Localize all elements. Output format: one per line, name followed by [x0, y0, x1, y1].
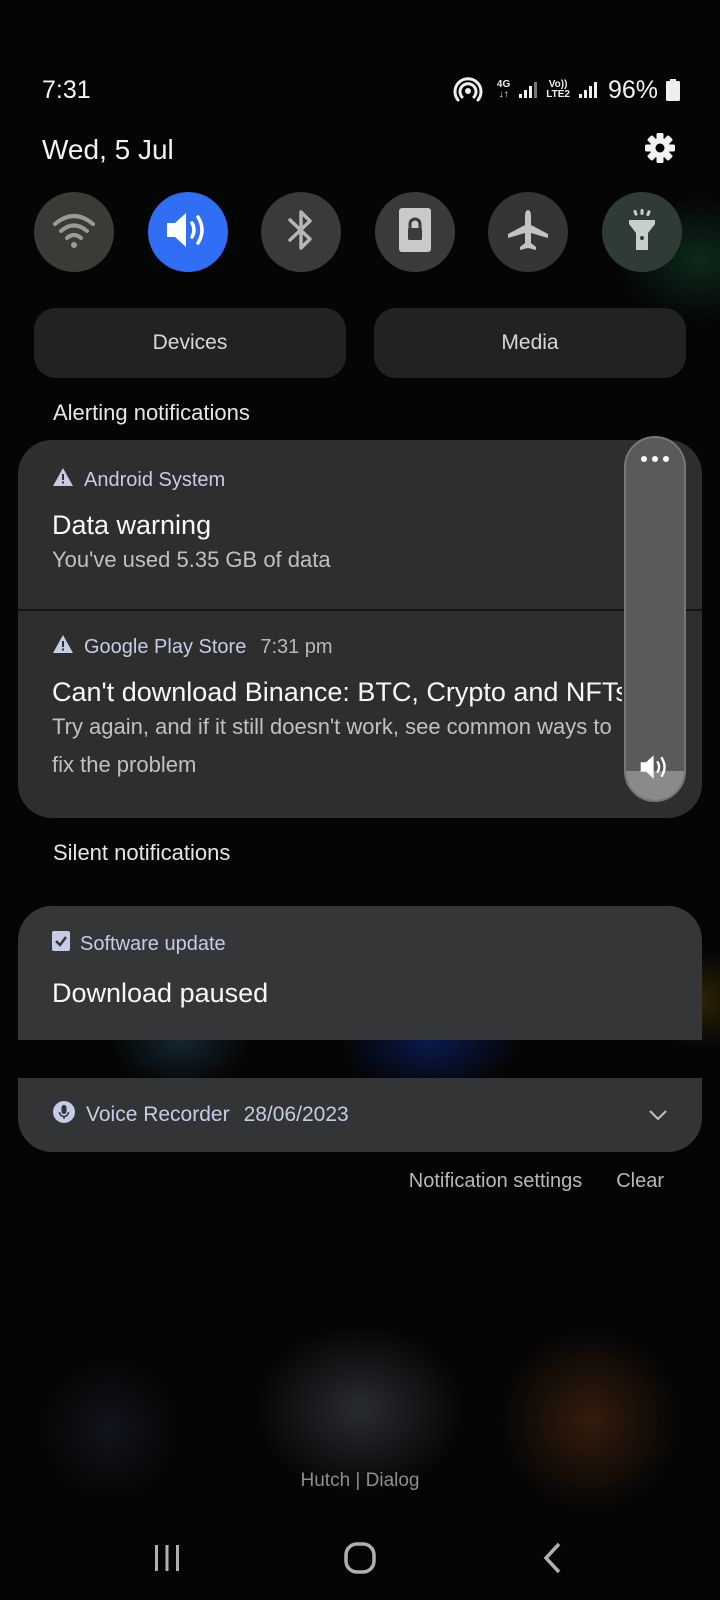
speaker-icon — [637, 752, 673, 786]
network-type-icon: 4G ↓↑ — [496, 79, 511, 100]
chevron-down-icon — [648, 1106, 668, 1125]
bluetooth-icon — [284, 207, 318, 257]
settings-button[interactable] — [640, 130, 680, 170]
notification-actions: Notification settings Clear — [409, 1170, 664, 1193]
toggle-portrait-lock[interactable] — [374, 192, 455, 272]
battery-percent: 96% — [607, 75, 658, 104]
silent-notifications-label: Silent notifications — [53, 840, 231, 865]
microphone-icon — [52, 1100, 76, 1130]
volte-icon: Vo)) LTE2 — [546, 79, 570, 100]
notification-voice-recorder[interactable]: Voice Recorder 28/06/2023 — [18, 1078, 702, 1152]
checkbox-icon — [52, 931, 70, 957]
notification-time: 28/06/2023 — [243, 1103, 349, 1126]
dot — [652, 456, 658, 462]
carrier-label: Hutch | Dialog — [300, 1470, 420, 1491]
expand-button[interactable] — [648, 1106, 668, 1125]
toggle-flashlight[interactable] — [601, 192, 682, 272]
notification-body: Try again, and if it still doesn't work,… — [52, 714, 612, 777]
signal-sim1-icon — [518, 81, 538, 99]
gear-icon — [644, 132, 676, 168]
notification-title: Can't download Binance: BTC, Crypto and … — [52, 677, 622, 707]
navigation-bar — [0, 1530, 720, 1590]
notification-app-name: Voice Recorder — [86, 1103, 230, 1126]
panel-buttons: Devices Media — [34, 308, 686, 378]
notification-body: You've used 5.35 GB of data — [52, 547, 331, 572]
warning-icon — [52, 634, 74, 660]
notification-title: Data warning — [52, 510, 212, 540]
toggle-bluetooth[interactable] — [261, 192, 342, 272]
notification-software-update[interactable]: Software update Download paused — [18, 906, 702, 1040]
notification-settings-button[interactable]: Notification settings — [409, 1170, 582, 1193]
alerting-notifications-card: Android System Data warning You've used … — [18, 440, 702, 818]
clear-button[interactable]: Clear — [616, 1170, 664, 1193]
notification-app-name: Software update — [80, 932, 226, 955]
signal-sim2-icon — [578, 81, 598, 99]
recents-button[interactable] — [127, 1535, 207, 1585]
hotspot-icon — [453, 77, 483, 103]
date-row: Wed, 5 Jul — [42, 128, 680, 172]
home-icon — [343, 1541, 377, 1579]
devices-button[interactable]: Devices — [34, 308, 346, 378]
flashlight-icon — [624, 207, 660, 257]
status-icons: 4G ↓↑ Vo)) LTE2 96% — [453, 76, 680, 105]
notification-play-store[interactable]: Google Play Store 7:31 pm Can't download… — [18, 611, 702, 784]
status-bar: 7:31 4G ↓↑ Vo)) LTE2 96% — [42, 70, 680, 110]
back-icon — [541, 1541, 565, 1579]
toggle-sound[interactable] — [147, 192, 228, 272]
date: Wed, 5 Jul — [42, 134, 174, 165]
toggle-airplane-mode[interactable] — [488, 192, 569, 272]
notification-header: Software update — [52, 926, 668, 962]
dot — [663, 456, 669, 462]
more-options-button[interactable] — [626, 456, 684, 462]
warning-icon — [52, 467, 74, 493]
notification-data-warning[interactable]: Android System Data warning You've used … — [18, 440, 702, 609]
notification-header: Google Play Store 7:31 pm — [52, 629, 622, 665]
notification-time: 7:31 pm — [260, 635, 333, 658]
volume-speaker-button[interactable] — [626, 752, 684, 786]
notification-app-name: Android System — [84, 468, 226, 491]
media-button[interactable]: Media — [374, 308, 686, 378]
home-button[interactable] — [320, 1535, 400, 1585]
alerting-notifications-label: Alerting notifications — [53, 400, 250, 425]
portrait-lock-icon — [397, 207, 433, 257]
back-button[interactable] — [513, 1535, 593, 1585]
clock: 7:31 — [42, 75, 91, 104]
quick-toggles — [34, 192, 682, 272]
wifi-icon — [51, 210, 97, 254]
speaker-icon — [164, 208, 212, 256]
notification-header: Android System — [52, 462, 668, 498]
toggle-wifi[interactable] — [34, 192, 114, 272]
airplane-icon — [505, 207, 551, 257]
volume-panel[interactable] — [624, 436, 686, 802]
recents-icon — [152, 1543, 182, 1577]
notification-header: Voice Recorder 28/06/2023 — [52, 1097, 349, 1133]
dot — [641, 456, 647, 462]
notification-app-name: Google Play Store — [84, 635, 247, 658]
notification-title: Download paused — [52, 978, 269, 1008]
battery-icon — [666, 79, 680, 101]
